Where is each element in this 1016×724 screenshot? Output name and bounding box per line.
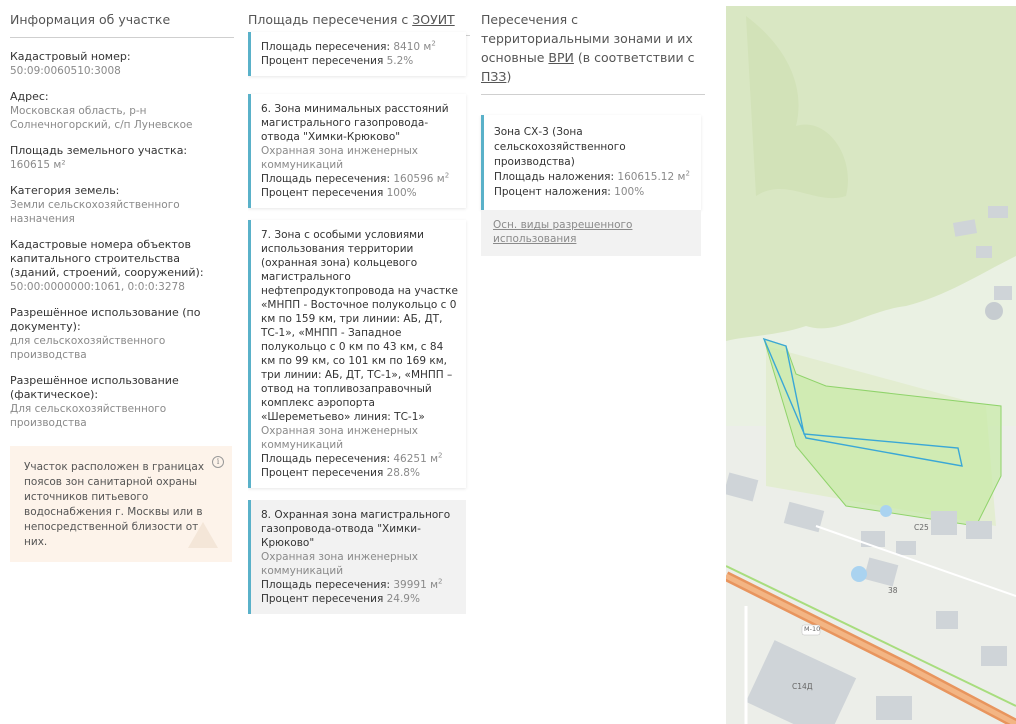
pond (851, 566, 867, 582)
intersection-card: 6. Зона минимальных расстояний магистрал… (248, 94, 466, 208)
parcel-info-panel: Информация об участке Кадастровый номер:… (0, 0, 236, 562)
field-label: Разрешённое использование (по документу)… (10, 306, 201, 333)
building (966, 521, 992, 539)
zones-divider (481, 94, 705, 95)
intersection-card: Площадь пересечения: 8410 м2 Процент пере… (248, 32, 466, 76)
field-label: Кадастровый номер: (10, 50, 131, 63)
zone-card: Зона СХ-3 (Зона сельскохозяйственного пр… (481, 115, 701, 210)
building (994, 286, 1012, 300)
zone-area: Площадь наложения: 160615.12 м2 (494, 169, 690, 183)
parcel-field: Адрес: Московская область, р-н Солнечного… (0, 90, 226, 132)
card-percent: Процент пересечения 24.9% (261, 593, 420, 605)
card-title: 7. Зона с особыми условиями использовани… (261, 229, 458, 423)
building (896, 541, 916, 555)
field-label: Площадь земельного участка: (10, 144, 188, 157)
map-label-38: 38 (888, 586, 898, 595)
zone-name: Зона СХ-3 (Зона сельскохозяйственного пр… (494, 126, 626, 168)
card-subtitle: Охранная зона инженерных коммуникаций (261, 145, 419, 171)
pzz-abbr-link[interactable]: ПЗЗ (481, 69, 506, 84)
field-value: Для сельскохозяйственного производства (10, 403, 167, 429)
card-percent: Процент пересечения 28.8% (261, 467, 420, 479)
field-value: Земли сельскохозяйственного назначения (10, 199, 180, 225)
parcel-field: Разрешённое использование (фактическое):… (0, 374, 226, 430)
map-label-c25: С25 (914, 523, 929, 532)
vri-abbr-link[interactable]: ВРИ (548, 50, 573, 65)
map-view[interactable]: С25 38 М-10 С14Д (726, 6, 1016, 724)
card-area: Площадь пересечения: 46251 м2 (261, 451, 443, 465)
building (861, 531, 885, 547)
notice-text: Участок расположен в границах поясов зон… (24, 461, 205, 548)
card-subtitle: Охранная зона инженерных коммуникаций (261, 425, 419, 451)
field-label: Кадастровые номера объектов капитального… (10, 238, 204, 279)
map-canvas[interactable] (726, 6, 1016, 724)
parcel-field: Кадастровые номера объектов капитального… (0, 238, 226, 294)
parcel-field: Кадастровый номер: 50:09:0060510:3008 (0, 50, 226, 78)
field-label: Категория земель: (10, 184, 120, 197)
intersection-title-text: Площадь пересечения с (248, 12, 413, 27)
building (981, 646, 1007, 666)
card-percent: Процент пересечения 100% (261, 187, 417, 199)
water-protection-notice: i Участок расположен в границах поясов з… (10, 446, 232, 562)
map-label-c14d: С14Д (792, 682, 813, 691)
building (988, 206, 1008, 218)
parcel-field: Площадь земельного участка: 160615 м² (0, 144, 226, 172)
field-label: Адрес: (10, 90, 49, 103)
intersection-title: Площадь пересечения с ЗОУИТ (248, 0, 472, 29)
card-title: 8. Охранная зона магистрального газопров… (261, 509, 451, 549)
card-area: Площадь пересечения: 8410 м2 (261, 39, 436, 53)
intersection-card: 8. Охранная зона магистрального газопров… (248, 500, 466, 614)
zones-panel: Пересечения с территориальными зонами и … (481, 0, 709, 256)
permitted-use-link[interactable]: Осн. виды разрешенного использования (481, 210, 701, 256)
building (976, 246, 992, 258)
field-value: 50:09:0060510:3008 (10, 65, 121, 77)
building (876, 696, 912, 720)
intersection-cards: Площадь пересечения: 8410 м2 Процент пере… (248, 32, 472, 614)
zones-title-text-2: (в соответствии с (573, 50, 695, 65)
zones-title-text-3: ) (506, 69, 512, 84)
parcel-info-divider (10, 37, 234, 38)
parcel-field: Разрешённое использование (по документу)… (0, 306, 226, 362)
parcel-fields: Кадастровый номер: 50:09:0060510:3008 Адре… (0, 50, 236, 430)
card-area: Площадь пересечения: 39991 м2 (261, 577, 443, 591)
card-percent: Процент пересечения 5.2% (261, 55, 414, 67)
field-value: Московская область, р-н Солнечногорский,… (10, 105, 193, 131)
card-title: 6. Зона минимальных расстояний магистрал… (261, 103, 449, 143)
info-icon[interactable]: i (212, 456, 224, 468)
field-value: 160615 м² (10, 159, 66, 171)
building (936, 611, 958, 629)
card-area: Площадь пересечения: 160596 м2 (261, 171, 450, 185)
card-subtitle: Охранная зона инженерных коммуникаций (261, 551, 419, 577)
zone-percent: Процент наложения: 100% (494, 186, 645, 198)
pond (880, 505, 892, 517)
zouit-abbr-link[interactable]: ЗОУИТ (412, 12, 454, 27)
parcel-field: Категория земель: Земли сельскохозяйствен… (0, 184, 226, 226)
building (931, 511, 957, 535)
field-label: Разрешённое использование (фактическое): (10, 374, 179, 401)
parcel-info-title: Информация об участке (10, 12, 171, 27)
zones-title: Пересечения с территориальными зонами и … (481, 0, 705, 86)
storage-tank (985, 302, 1003, 320)
map-label-m10: М-10 (804, 625, 821, 633)
intersection-card: 7. Зона с особыми условиями использовани… (248, 220, 466, 488)
field-value: 50:00:0000000:1061, 0:0:0:3278 (10, 281, 185, 293)
intersection-panel: Площадь пересечения с ЗОУИТ Площадь пере… (248, 0, 472, 724)
field-value: для сельскохозяйственного производства (10, 335, 166, 361)
